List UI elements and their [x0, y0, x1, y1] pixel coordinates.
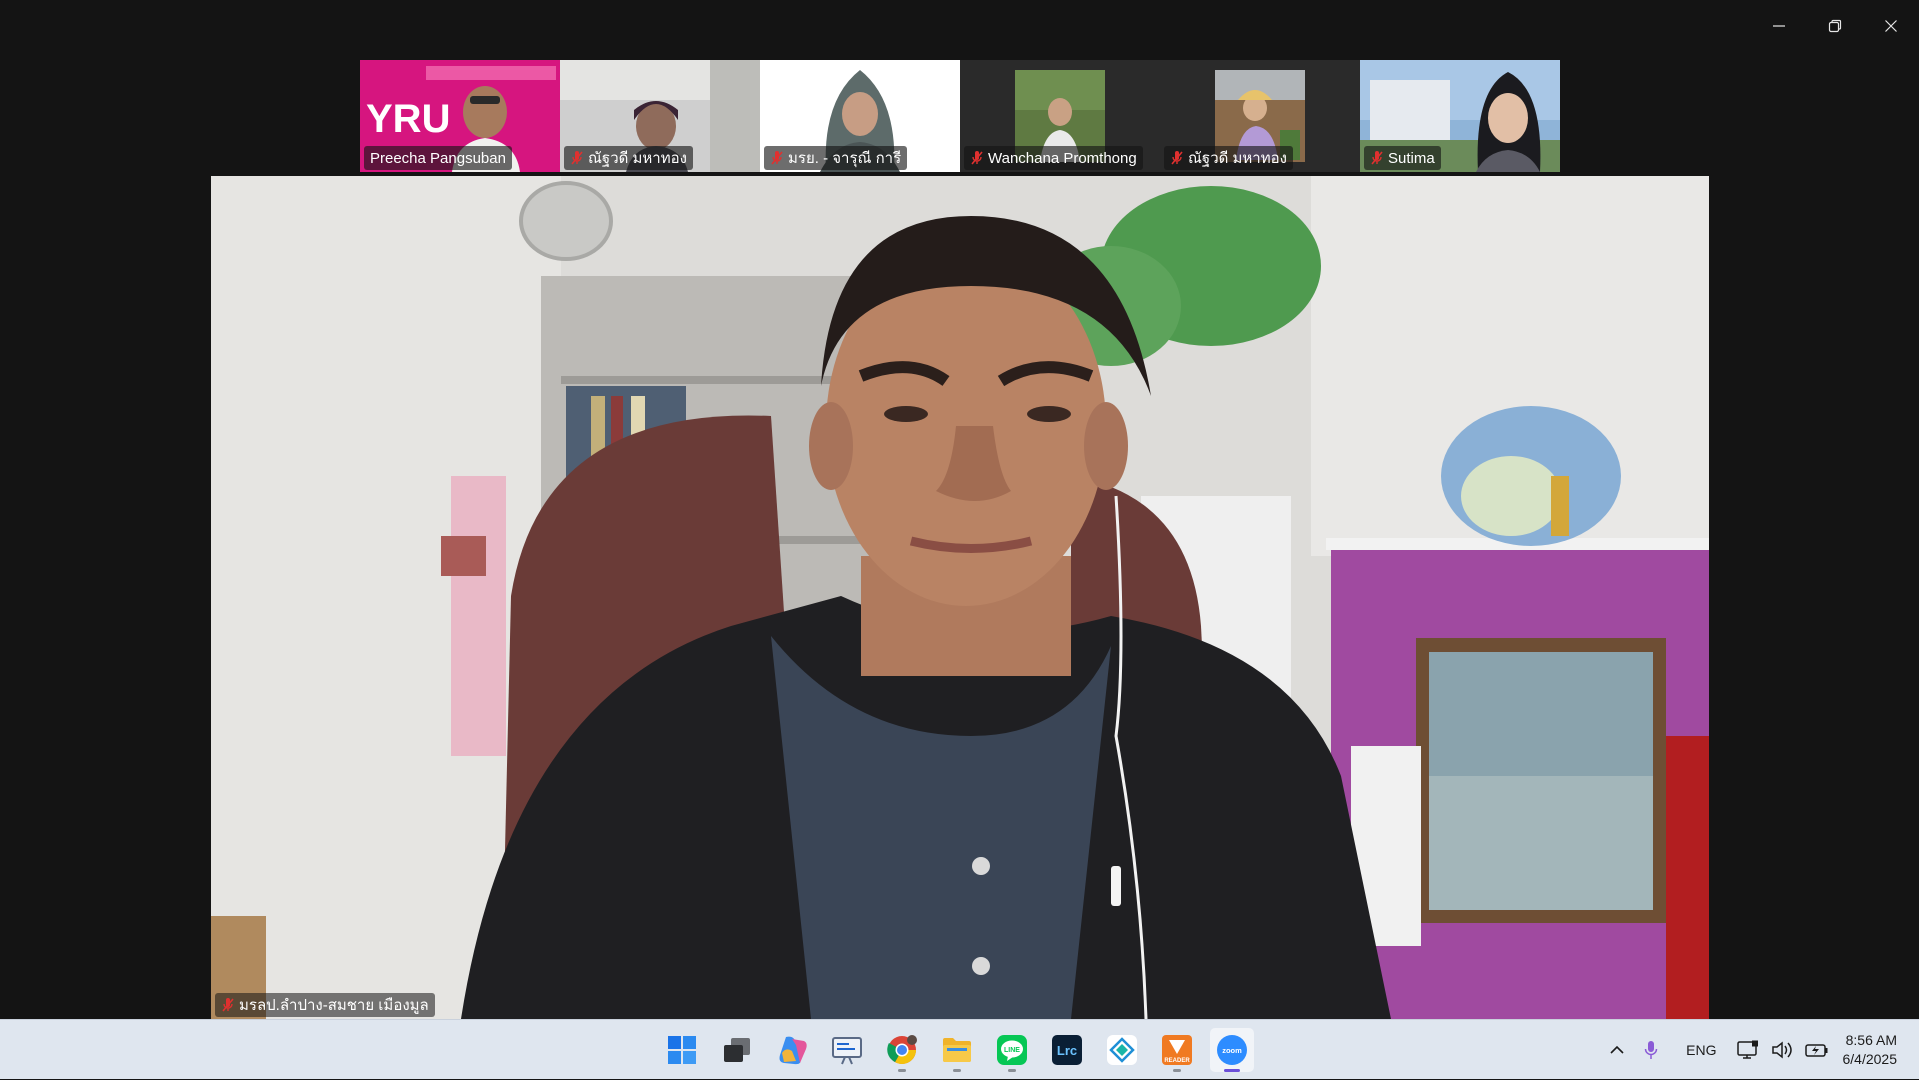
- running-indicator: [953, 1069, 961, 1072]
- restore-icon: [1828, 19, 1842, 33]
- task-view-button[interactable]: [715, 1028, 759, 1072]
- participant-name-label: Sutima: [1364, 146, 1441, 170]
- clock-date: 6/4/2025: [1843, 1050, 1898, 1069]
- speaker-volume-icon: [1771, 1040, 1793, 1060]
- microphone-icon: [1644, 1040, 1658, 1060]
- system-tray: ENG 8:56 AM 6/4/2025: [1604, 1020, 1919, 1080]
- task-view-icon: [723, 1037, 751, 1063]
- running-indicator: [1173, 1069, 1181, 1072]
- speaker-name: มรลป.ลำปาง-สมชาย เมืองมูล: [239, 993, 429, 1017]
- show-hidden-icons-button[interactable]: [1604, 1020, 1630, 1080]
- mic-muted-icon: [221, 997, 235, 1013]
- microphone-tray-button[interactable]: [1630, 1020, 1672, 1080]
- running-indicator: [898, 1069, 906, 1072]
- minimize-icon: [1772, 19, 1786, 33]
- active-speaker-video[interactable]: มรลป.ลำปาง-สมชาย เมืองมูล: [211, 176, 1709, 1019]
- mic-muted-icon: [970, 150, 984, 166]
- presentation-icon: [831, 1035, 863, 1065]
- participant-tile[interactable]: Wanchana Promthong: [960, 60, 1160, 172]
- zoom-button[interactable]: zoom: [1210, 1028, 1254, 1072]
- windows-start-icon: [667, 1035, 697, 1065]
- reader-label: READER: [1164, 1058, 1190, 1064]
- participant-name: ณัฐวดี มหาทอง: [1188, 146, 1287, 170]
- zoom-icon: zoom: [1216, 1034, 1248, 1066]
- lightroom-label: Lrc: [1057, 1043, 1077, 1058]
- participant-name-label: ณัฐวดี มหาทอง: [1164, 146, 1293, 170]
- line-button[interactable]: LINE: [990, 1028, 1034, 1072]
- mic-muted-icon: [570, 150, 584, 166]
- lightroom-button[interactable]: Lrc: [1045, 1028, 1089, 1072]
- line-chat-icon: LINE: [996, 1034, 1028, 1066]
- svg-text:YRU: YRU: [366, 97, 450, 141]
- lightroom-icon: Lrc: [1051, 1034, 1083, 1066]
- language-indicator: ENG: [1686, 1042, 1716, 1058]
- window-controls: [1751, 0, 1919, 52]
- folder-icon: [941, 1036, 973, 1064]
- reader-icon: READER: [1161, 1034, 1193, 1066]
- participant-name: Wanchana Promthong: [988, 150, 1137, 167]
- close-icon: [1884, 19, 1898, 33]
- volume-button[interactable]: [1765, 1020, 1799, 1080]
- chrome-icon: [886, 1034, 918, 1066]
- running-indicator: [1008, 1069, 1016, 1072]
- copilot-button[interactable]: [770, 1028, 814, 1072]
- participant-name: มรย. - จารุณี การี: [788, 146, 901, 170]
- participant-name: ณัฐวดี มหาทอง: [588, 146, 687, 170]
- start-button[interactable]: [660, 1028, 704, 1072]
- participant-gallery-strip: YRU Preecha Pangsuban ณัฐวดี: [360, 60, 1560, 172]
- participant-tile[interactable]: ณัฐวดี มหาทอง: [560, 60, 760, 172]
- participant-tile[interactable]: มรย. - จารุณี การี: [760, 60, 960, 172]
- participant-tile[interactable]: Sutima: [1360, 60, 1560, 172]
- participant-name-label: Preecha Pangsuban: [364, 146, 512, 170]
- clock-time: 8:56 AM: [1846, 1031, 1897, 1050]
- chevron-up-icon: [1610, 1045, 1624, 1055]
- svg-text:LINE: LINE: [1004, 1047, 1020, 1054]
- reader-button[interactable]: READER: [1155, 1028, 1199, 1072]
- speaker-name-label: มรลป.ลำปาง-สมชาย เมืองมูล: [215, 993, 435, 1017]
- chrome-button[interactable]: [880, 1028, 924, 1072]
- restore-button[interactable]: [1807, 0, 1863, 52]
- participant-name-label: ณัฐวดี มหาทอง: [564, 146, 693, 170]
- participant-name: Sutima: [1388, 150, 1435, 167]
- zoom-meeting-window: YRU Preecha Pangsuban ณัฐวดี: [0, 0, 1919, 1019]
- network-icon: [1737, 1040, 1759, 1060]
- mic-muted-icon: [1370, 150, 1384, 166]
- close-button[interactable]: [1863, 0, 1919, 52]
- file-explorer-button[interactable]: [935, 1028, 979, 1072]
- zoom-label: zoom: [1222, 1046, 1242, 1055]
- minimize-button[interactable]: [1751, 0, 1807, 52]
- participant-name-label: มรย. - จารุณี การี: [764, 146, 907, 170]
- mic-muted-icon: [1170, 150, 1184, 166]
- copilot-icon: [776, 1035, 808, 1065]
- clock-button[interactable]: 8:56 AM 6/4/2025: [1835, 1031, 1919, 1069]
- participant-name: Preecha Pangsuban: [370, 150, 506, 167]
- battery-button[interactable]: [1799, 1020, 1835, 1080]
- taskbar-apps: LINE Lrc READER: [660, 1028, 1254, 1072]
- participant-tile[interactable]: YRU Preecha Pangsuban: [360, 60, 560, 172]
- diamond-app-icon: [1106, 1034, 1138, 1066]
- participant-tile[interactable]: ณัฐวดี มหาทอง: [1160, 60, 1360, 172]
- widgets-button[interactable]: [825, 1028, 869, 1072]
- battery-charging-icon: [1805, 1042, 1829, 1058]
- mic-muted-icon: [770, 150, 784, 166]
- active-indicator: [1224, 1069, 1240, 1072]
- windows-taskbar: LINE Lrc READER: [0, 1019, 1919, 1079]
- network-button[interactable]: [1731, 1020, 1765, 1080]
- participant-name-label: Wanchana Promthong: [964, 146, 1143, 170]
- diamond-app-button[interactable]: [1100, 1028, 1144, 1072]
- input-language-button[interactable]: ENG: [1672, 1020, 1730, 1080]
- speaker-video-frame: [211, 176, 1709, 1019]
